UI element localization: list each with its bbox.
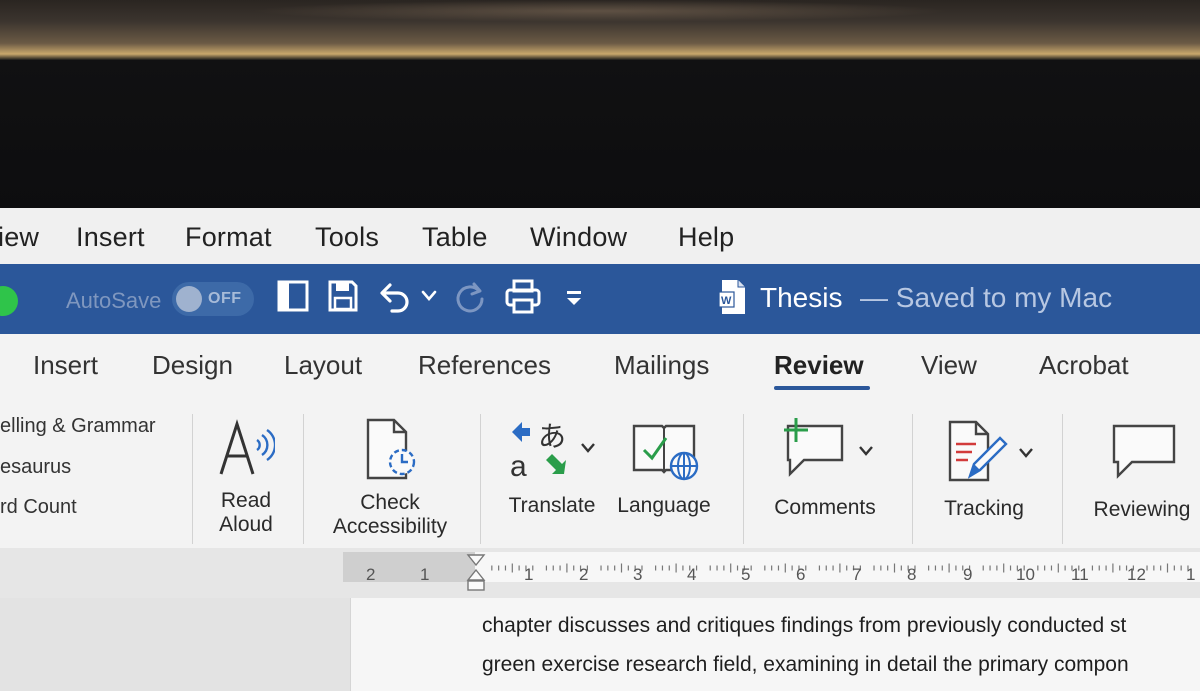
document-title: Thesis (760, 282, 843, 313)
read-aloud-label-2: Aloud (219, 513, 273, 536)
menu-window[interactable]: Window (530, 222, 627, 253)
svg-text:あ: あ (538, 420, 566, 453)
read-aloud-label-1: Read (220, 489, 272, 512)
translate-dropdown-icon[interactable] (580, 442, 596, 454)
ruler-margin (343, 552, 475, 582)
ribbon-separator (480, 414, 481, 544)
ribbon-tabs: Insert Design Layout References Mailings… (0, 334, 1200, 398)
comments-dropdown-icon[interactable] (858, 445, 874, 457)
screen-dark-area (0, 60, 1200, 210)
read-aloud-icon[interactable] (215, 418, 275, 478)
document-save-status: — Saved to my Mac (860, 282, 1113, 313)
word-count-button[interactable]: rd Count (0, 496, 77, 519)
tab-layout[interactable]: Layout (284, 350, 362, 381)
translate-label: Translate (508, 494, 596, 517)
comments-label: Comments (774, 496, 876, 519)
ruler-number: 4 (687, 565, 697, 584)
window-zoom-button[interactable] (0, 286, 18, 316)
tab-design[interactable]: Design (152, 350, 233, 381)
ruler-number: 11 (1071, 565, 1089, 584)
ruler-number: 12 (1127, 565, 1146, 584)
check-accessibility-label-1: Check (360, 491, 420, 514)
ruler-number: 5 (741, 565, 751, 584)
ribbon-separator (743, 414, 744, 544)
check-accessibility-icon[interactable] (362, 416, 422, 482)
ruler-number: 2 (579, 565, 589, 584)
svg-text:W: W (721, 295, 732, 307)
document-text-line[interactable]: chapter discusses and critiques findings… (482, 614, 1126, 638)
new-comment-icon[interactable] (780, 416, 850, 478)
menu-bar: iew Insert Format Tools Table Window Hel… (0, 208, 1200, 265)
customize-toolbar-icon[interactable] (564, 288, 584, 308)
document-text-line[interactable]: green exercise research field, examining… (482, 653, 1129, 677)
tab-view[interactable]: View (921, 350, 977, 381)
autosave-state: OFF (208, 290, 242, 307)
redo-icon[interactable] (452, 279, 488, 315)
menu-format[interactable]: Format (185, 222, 272, 253)
language-label: Language (617, 494, 711, 517)
tracking-dropdown-icon[interactable] (1018, 447, 1034, 459)
toggle-knob (176, 286, 202, 312)
ruler-number: 1 (524, 565, 534, 584)
title-bar: AutoSave OFF W Thesis — Saved to my Mac (0, 264, 1200, 334)
indent-marker-icon[interactable] (465, 553, 487, 597)
thesaurus-button[interactable]: esaurus (0, 456, 71, 479)
tab-acrobat[interactable]: Acrobat (1039, 350, 1129, 381)
ruler-number: 1 (420, 565, 430, 584)
tab-references[interactable]: References (418, 350, 551, 381)
menu-insert[interactable]: Insert (76, 222, 145, 253)
spelling-grammar-button[interactable]: elling & Grammar (0, 415, 156, 438)
tab-mailings[interactable]: Mailings (614, 350, 709, 381)
active-tab-indicator (774, 386, 870, 390)
word-doc-icon: W (718, 280, 745, 314)
menu-tools[interactable]: Tools (315, 222, 379, 253)
ribbon-separator (303, 414, 304, 544)
ribbon-separator (1062, 414, 1063, 544)
ruler-number: 8 (907, 565, 917, 584)
ruler-number: 3 (633, 565, 643, 584)
tab-insert[interactable]: Insert (33, 350, 98, 381)
menu-view[interactable]: iew (0, 222, 39, 253)
svg-text:a: a (510, 450, 527, 480)
review-ribbon (0, 398, 1200, 549)
menu-help[interactable]: Help (678, 222, 734, 253)
ruler-number: 7 (852, 565, 862, 584)
ruler-number: 6 (796, 565, 806, 584)
undo-icon[interactable] (378, 279, 414, 315)
reviewing-icon[interactable] (1110, 420, 1180, 482)
tracking-icon[interactable] (946, 418, 1012, 484)
ruler-number: 1 (1186, 565, 1196, 584)
ribbon-separator (192, 414, 193, 544)
save-icon[interactable] (327, 279, 359, 313)
ruler-number: 9 (963, 565, 973, 584)
document-page[interactable] (350, 598, 1200, 691)
autosave-toggle[interactable]: OFF (172, 282, 254, 316)
autosave-label: AutoSave (66, 288, 162, 313)
reviewing-label: Reviewing (1093, 498, 1191, 521)
print-icon[interactable] (504, 279, 542, 315)
translate-icon[interactable]: あ a (508, 418, 572, 480)
ribbon-separator (912, 414, 913, 544)
sidebar-icon[interactable] (277, 279, 309, 313)
bezel-reflection (250, 0, 950, 22)
tracking-label: Tracking (944, 497, 1024, 520)
ruler-number: 10 (1016, 565, 1035, 584)
language-icon[interactable] (632, 420, 702, 482)
check-accessibility-label-2: Accessibility (332, 515, 448, 538)
menu-table[interactable]: Table (422, 222, 488, 253)
ruler-number: 2 (366, 565, 376, 584)
chevron-down-icon[interactable] (420, 289, 438, 303)
tab-review[interactable]: Review (774, 350, 864, 381)
